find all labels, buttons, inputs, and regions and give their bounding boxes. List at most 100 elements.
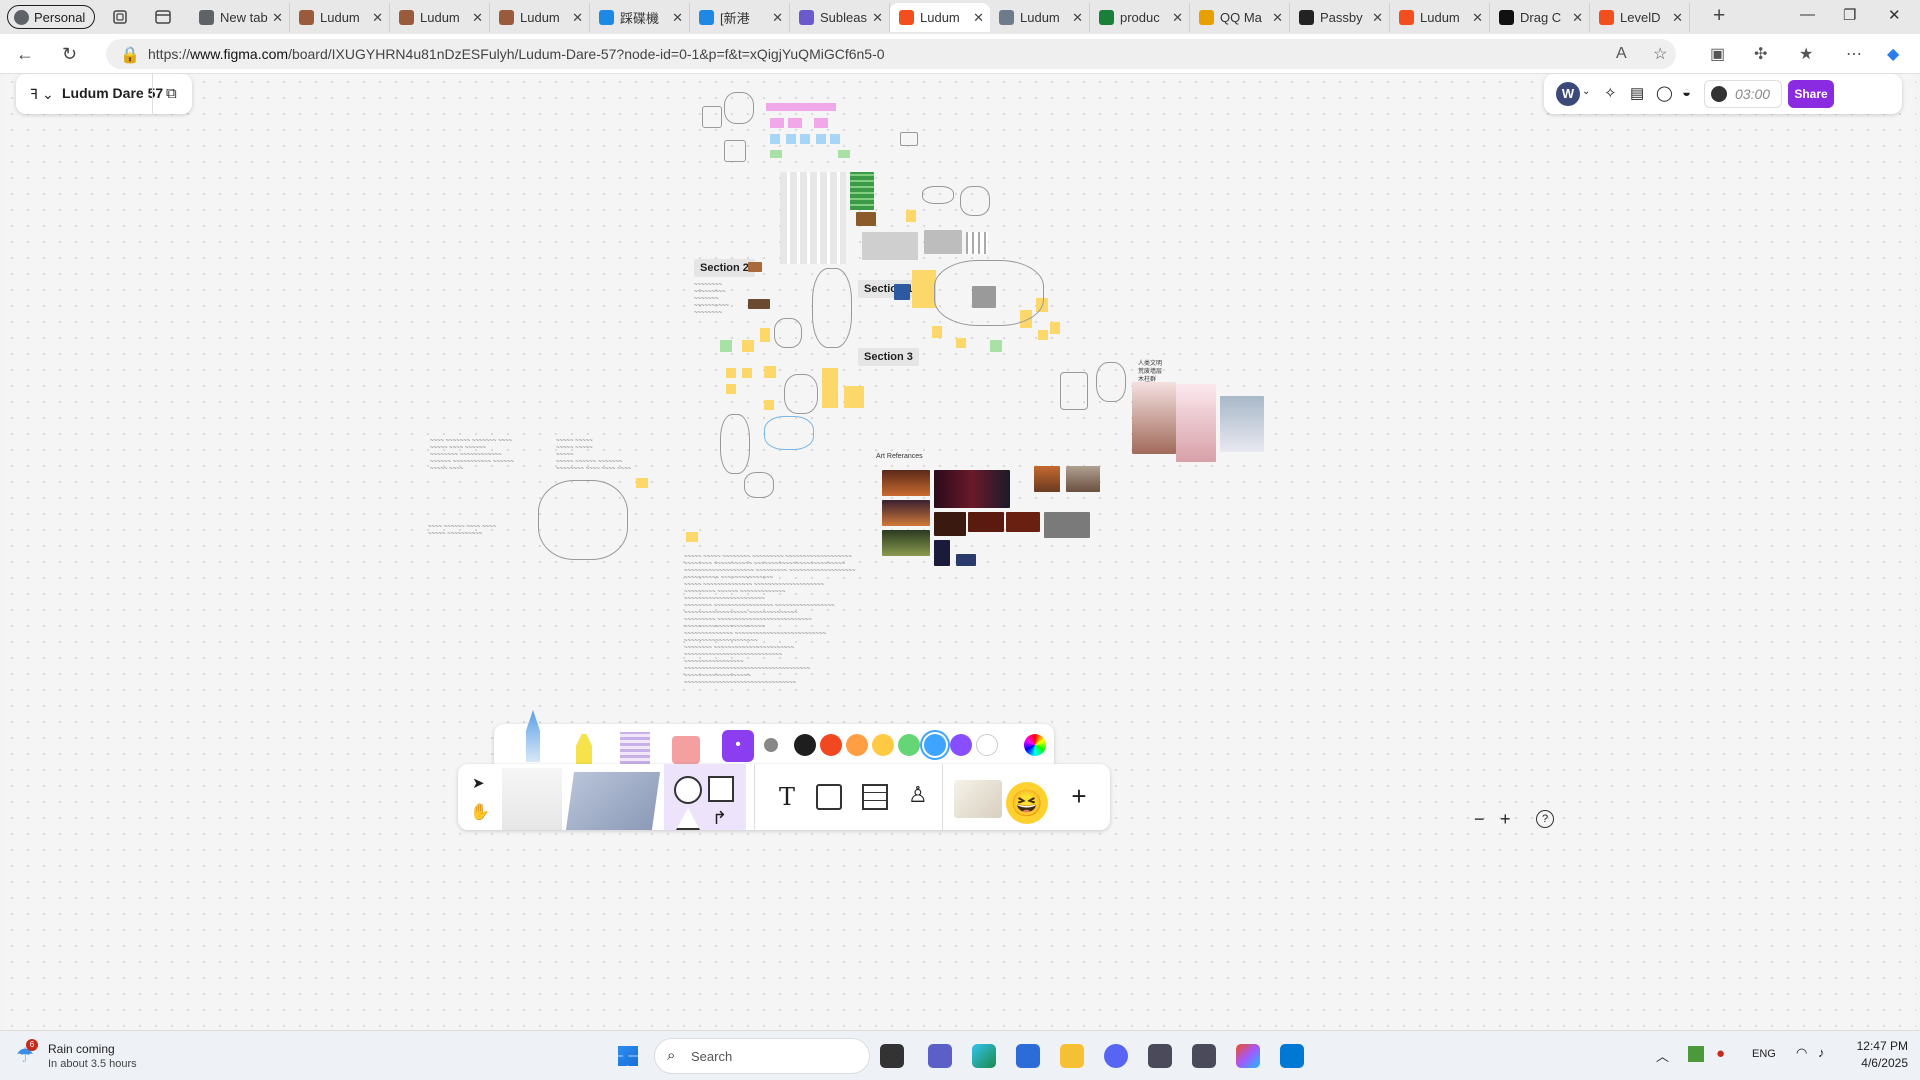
- clock-time[interactable]: 12:47 PM: [1852, 1039, 1908, 1053]
- start-button[interactable]: [618, 1046, 638, 1066]
- art-references-label[interactable]: Art Referances: [876, 453, 923, 460]
- user-avatar[interactable]: W: [1556, 82, 1580, 106]
- emoji-sticker-icon[interactable]: 😆: [1006, 782, 1048, 824]
- color-swatch[interactable]: [872, 734, 894, 756]
- workspaces-icon[interactable]: [111, 8, 129, 26]
- section-label[interactable]: Section 2: [694, 259, 755, 277]
- star-icon[interactable]: ☆: [1653, 44, 1667, 64]
- sketch[interactable]: [538, 480, 628, 560]
- reference-image[interactable]: [862, 232, 918, 260]
- connector-icon[interactable]: ↱: [712, 808, 727, 829]
- close-tab-icon[interactable]: ✕: [772, 10, 783, 26]
- browser-tab[interactable]: Ludum ✕: [890, 3, 990, 32]
- thin-stroke-button[interactable]: •: [722, 730, 754, 762]
- color-wheel-icon[interactable]: [1024, 734, 1046, 756]
- shapes-tool-tray[interactable]: ↱: [664, 764, 746, 830]
- diagram-node[interactable]: [816, 134, 826, 144]
- browser-tab[interactable]: Passby ✕: [1290, 3, 1390, 32]
- timer-widget[interactable]: 03:00: [1704, 80, 1782, 108]
- clock-date[interactable]: 4/6/2025: [1852, 1056, 1908, 1070]
- pen-tool[interactable]: [526, 710, 540, 762]
- sticky-note[interactable]: [844, 386, 864, 408]
- browser-tab[interactable]: Ludum ✕: [490, 3, 590, 32]
- sticky-note[interactable]: [686, 532, 698, 542]
- browser-tab[interactable]: Ludum ✕: [390, 3, 490, 32]
- teams-icon[interactable]: [928, 1044, 952, 1068]
- marker-tool-tray[interactable]: [502, 768, 562, 830]
- art-reference-image[interactable]: [882, 500, 930, 526]
- hand-icon[interactable]: ✋: [470, 802, 490, 822]
- reference-image[interactable]: [894, 284, 910, 300]
- sticky-note[interactable]: [720, 340, 732, 352]
- layout-icon[interactable]: ▤: [1630, 84, 1644, 102]
- sketch[interactable]: [934, 260, 1044, 326]
- close-window-button[interactable]: ✕: [1888, 6, 1901, 24]
- main-menu-icon[interactable]: ꟻ ⌄: [30, 86, 54, 103]
- extension-icon[interactable]: ▣: [1710, 44, 1725, 64]
- sketch[interactable]: [720, 414, 750, 474]
- close-tab-icon[interactable]: ✕: [872, 10, 883, 26]
- tray-chevron-icon[interactable]: ︿: [1656, 1046, 1669, 1065]
- art-reference-image[interactable]: [882, 470, 930, 496]
- emote-icon[interactable]: ◒: [1682, 84, 1691, 101]
- sketch[interactable]: [764, 416, 814, 450]
- task-view-icon[interactable]: [880, 1044, 904, 1068]
- sticky-note[interactable]: [990, 340, 1002, 352]
- url-field[interactable]: 🔒 https://www.figma.com/board/IXUGYHRN4u…: [106, 39, 1676, 69]
- zoom-in-button[interactable]: +: [1500, 809, 1511, 830]
- character-art-image[interactable]: [1220, 396, 1264, 452]
- color-swatch[interactable]: [898, 734, 920, 756]
- sticky-note[interactable]: [742, 340, 754, 352]
- reference-image[interactable]: [924, 230, 962, 254]
- sketch[interactable]: [774, 318, 802, 348]
- text-block[interactable]: ~~~~ ~~~~~~~ ~~~~~~~ ~~~~ ~~~~~ ~~~~ ~~~…: [430, 438, 514, 473]
- close-tab-icon[interactable]: ✕: [1472, 10, 1483, 26]
- tray-app-icon[interactable]: [1688, 1046, 1704, 1062]
- vscode-icon[interactable]: [1280, 1044, 1304, 1068]
- close-tab-icon[interactable]: ✕: [472, 10, 483, 26]
- browser-tab[interactable]: Subleas ✕: [790, 3, 890, 32]
- diagram-node[interactable]: [770, 118, 784, 128]
- close-tab-icon[interactable]: ✕: [1172, 10, 1183, 26]
- file-explorer-icon[interactable]: [1060, 1044, 1084, 1068]
- diagram-node[interactable]: [770, 150, 782, 158]
- more-icon[interactable]: ⋯: [1846, 44, 1862, 64]
- wifi-icon[interactable]: ◠: [1796, 1045, 1807, 1061]
- sketch[interactable]: [960, 186, 990, 216]
- browser-tab[interactable]: Ludum ✕: [990, 3, 1090, 32]
- sticky-note[interactable]: [726, 368, 736, 378]
- sticky-note-stack-tool[interactable]: [565, 772, 661, 830]
- sketch[interactable]: [744, 472, 774, 498]
- character-art-image[interactable]: [1176, 384, 1216, 462]
- browser-tab[interactable]: LevelD ✕: [1590, 3, 1690, 32]
- color-swatch[interactable]: [820, 734, 842, 756]
- sketch[interactable]: [922, 186, 954, 204]
- back-arrow-icon[interactable]: ←: [16, 44, 34, 65]
- section-tool-icon[interactable]: [816, 784, 842, 810]
- table-tool-icon[interactable]: [862, 784, 888, 810]
- close-tab-icon[interactable]: ✕: [1072, 10, 1083, 26]
- thick-stroke-button[interactable]: [764, 738, 778, 752]
- unity-hub-icon[interactable]: [1192, 1044, 1216, 1068]
- text-block[interactable]: ~~~~~~~~ ~~~~~~~~~ ~~~~~~~ ~~~~~~~~~~ ~~…: [694, 282, 729, 317]
- browser-tab[interactable]: Drag C ✕: [1490, 3, 1590, 32]
- close-tab-icon[interactable]: ✕: [1272, 10, 1283, 26]
- close-tab-icon[interactable]: ✕: [272, 10, 283, 26]
- art-reference-image[interactable]: [882, 530, 930, 556]
- art-reference-image[interactable]: [934, 512, 966, 536]
- eraser-tool[interactable]: [672, 736, 700, 764]
- diagram-node[interactable]: [838, 150, 850, 158]
- volume-icon[interactable]: ♪: [1818, 1045, 1825, 1060]
- more-tools-plus-icon[interactable]: +: [1062, 780, 1096, 814]
- sketch[interactable]: [724, 140, 746, 162]
- browser-tab[interactable]: QQ Ma ✕: [1190, 3, 1290, 32]
- reference-image[interactable]: [856, 212, 876, 226]
- robot-sketch[interactable]: [1060, 372, 1088, 410]
- diagram-node[interactable]: [788, 118, 802, 128]
- text-block[interactable]: ~~~~~ ~~~~~ ~~~~~ ~~~~~ ~~~~~ ~~~~~ ~~~~…: [556, 438, 631, 473]
- character-art-image[interactable]: [1132, 382, 1176, 454]
- diagram-node[interactable]: [814, 118, 828, 128]
- browser-tab[interactable]: Ludum ✕: [1390, 3, 1490, 32]
- highlighter-tool[interactable]: [576, 734, 592, 764]
- qq-icon[interactable]: ●: [1716, 1045, 1725, 1062]
